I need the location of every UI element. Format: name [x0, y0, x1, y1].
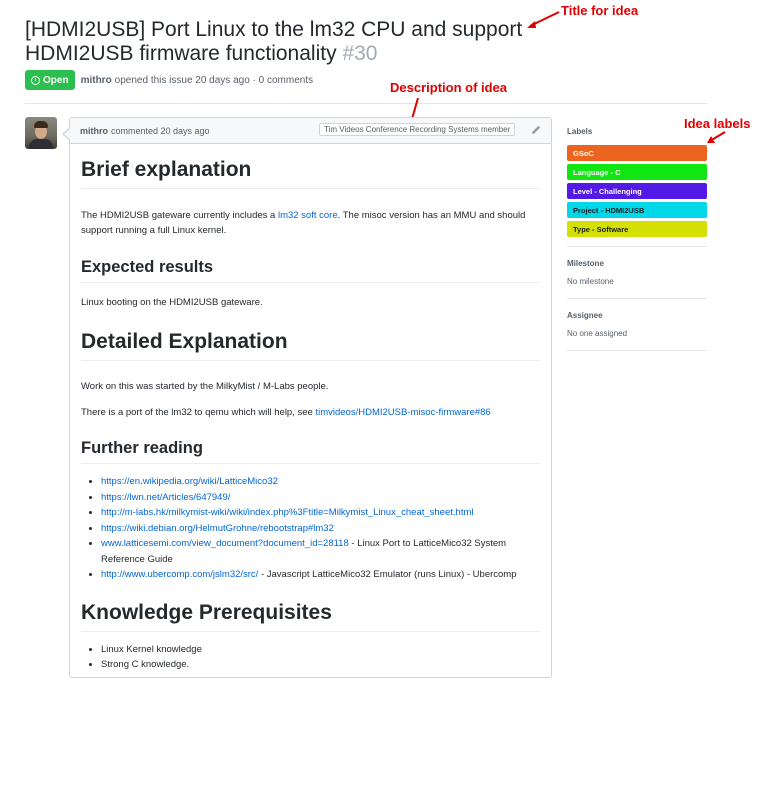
reading-link[interactable]: www.latticesemi.com/view_document?docume…: [101, 538, 349, 549]
status-badge: Open: [25, 70, 75, 90]
annotation-title: Title for idea: [561, 3, 639, 18]
sidebar-divider: [567, 246, 707, 247]
list-item: www.latticesemi.com/view_document?docume…: [101, 536, 540, 567]
comment-author-link[interactable]: mithro: [80, 126, 108, 136]
issue-title: [HDMI2USB] Port Linux to the lm32 CPU an…: [25, 18, 545, 66]
issue-86-link[interactable]: timvideos/HDMI2USB-misoc-firmware#86: [315, 407, 490, 418]
heading-expected: Expected results: [81, 258, 540, 283]
issue-number: #30: [342, 42, 378, 65]
reading-link[interactable]: https://lwn.net/Articles/647949/: [101, 492, 230, 503]
reading-link[interactable]: http://www.ubercomp.com/jslm32/src/: [101, 569, 258, 580]
reading-link[interactable]: https://en.wikipedia.org/wiki/LatticeMic…: [101, 476, 278, 487]
issue-comment: mithro commented 20 days ago Tim Videos …: [62, 117, 552, 678]
assignee-value: No one assigned: [567, 329, 628, 338]
heading-brief: Brief explanation: [81, 158, 540, 189]
list-item: http://www.ubercomp.com/jslm32/src/ - Ja…: [101, 567, 540, 583]
lm32-soft-core-link[interactable]: lm32 soft core: [278, 210, 338, 221]
labels-list: GSoC Language - C Level - Challenging Pr…: [567, 145, 707, 237]
label-project-hdmi2usb[interactable]: Project - HDMI2USB: [567, 202, 707, 218]
label-level-challenging[interactable]: Level - Challenging: [567, 183, 707, 199]
assignee-heading[interactable]: Assignee: [567, 311, 707, 320]
list-item: Linux Kernel knowledge: [101, 642, 540, 658]
heading-further-reading: Further reading: [81, 439, 540, 464]
header-divider: [25, 103, 707, 104]
annotation-arrow-labels-icon: [707, 131, 726, 143]
annotation-arrow-title-icon: [527, 11, 560, 28]
sidebar-divider: [567, 350, 707, 351]
member-badge: Tim Videos Conference Recording Systems …: [319, 123, 516, 136]
issue-opened-text: opened this issue 20 days ago · 0 commen…: [114, 74, 314, 86]
avatar[interactable]: [25, 117, 57, 149]
paragraph-detailed-1: Work on this was started by the MilkyMis…: [81, 381, 329, 392]
status-badge-label: Open: [43, 74, 69, 86]
label-language-c[interactable]: Language - C: [567, 164, 707, 180]
pencil-icon[interactable]: [530, 124, 542, 136]
list-item: Strong C knowledge.: [101, 657, 540, 673]
comment-body: Brief explanation The HDMI2USB gateware …: [70, 144, 551, 673]
prerequisites-list: Linux Kernel knowledge Strong C knowledg…: [81, 642, 540, 673]
issue-author-link[interactable]: mithro: [81, 75, 112, 86]
issue-opened-icon: [31, 75, 40, 85]
heading-prerequisites: Knowledge Prerequisites: [81, 601, 540, 632]
paragraph-brief: The HDMI2USB gateware currently includes…: [81, 210, 526, 236]
issue-sidebar: Labels GSoC Language - C Level - Challen…: [567, 117, 707, 351]
list-item: https://wiki.debian.org/HelmutGrohne/reb…: [101, 521, 540, 537]
issue-title-text: [HDMI2USB] Port Linux to the lm32 CPU an…: [25, 18, 523, 65]
milestone-value: No milestone: [567, 277, 614, 286]
paragraph-detailed-2: There is a port of the lm32 to qemu whic…: [81, 407, 491, 418]
comment-header: mithro commented 20 days ago Tim Videos …: [70, 118, 551, 144]
reading-link[interactable]: https://wiki.debian.org/HelmutGrohne/reb…: [101, 523, 334, 534]
paragraph-expected: Linux booting on the HDMI2USB gateware.: [81, 297, 263, 308]
issue-meta: Open mithro opened this issue 20 days ag…: [25, 70, 313, 90]
annotation-description: Description of idea: [390, 80, 508, 95]
reading-link[interactable]: http://m-labs.hk/milkymist-wiki/wiki/ind…: [101, 507, 473, 518]
labels-heading[interactable]: Labels: [567, 127, 707, 136]
list-item: https://en.wikipedia.org/wiki/LatticeMic…: [101, 474, 540, 490]
list-item: http://m-labs.hk/milkymist-wiki/wiki/ind…: [101, 505, 540, 521]
heading-detailed: Detailed Explanation: [81, 330, 540, 361]
further-reading-list: https://en.wikipedia.org/wiki/LatticeMic…: [81, 474, 540, 583]
label-gsoc[interactable]: GSoC: [567, 145, 707, 161]
label-type-software[interactable]: Type - Software: [567, 221, 707, 237]
list-item: https://lwn.net/Articles/647949/: [101, 490, 540, 506]
comment-time[interactable]: commented 20 days ago: [111, 126, 210, 136]
milestone-heading[interactable]: Milestone: [567, 259, 707, 268]
sidebar-divider: [567, 298, 707, 299]
